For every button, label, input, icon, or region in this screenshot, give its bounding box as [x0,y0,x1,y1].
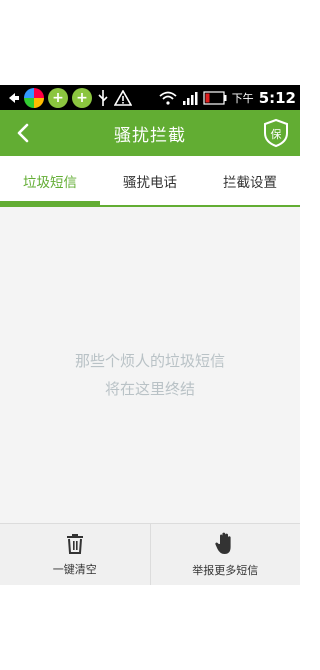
notification-back-icon [9,92,19,103]
bottom-action-bar: 一键清空 举报更多短信 [0,523,300,585]
wifi-icon [159,91,177,105]
signal-icon [182,91,198,105]
empty-state: 那些个烦人的垃圾短信 将在这里终结 [75,327,225,403]
status-bar: + + 下午 5:12 [0,85,300,110]
warning-icon [114,89,132,106]
tab-bar: 垃圾短信 骚扰电话 拦截设置 [0,156,300,207]
plus-notification-icon-2: + [72,87,92,108]
status-ampm: 下午 [231,91,254,105]
clear-all-label: 一键清空 [52,562,97,576]
title-bar: 骚扰拦截 保 [0,110,300,156]
hand-icon [215,532,231,554]
message-list-empty: 那些个烦人的垃圾短信 将在这里终结 [0,207,300,523]
usb-icon [98,89,108,106]
tab-block-settings[interactable]: 拦截设置 [200,156,300,205]
battery-icon [203,90,227,105]
app-notification-icon [24,87,44,108]
shield-label: 保 [271,127,282,141]
clear-all-button[interactable]: 一键清空 [0,524,150,585]
trash-icon [66,533,83,554]
shield-icon[interactable]: 保 [262,118,290,148]
report-sms-label: 举报更多短信 [192,563,259,577]
tab-spam-sms[interactable]: 垃圾短信 [0,156,100,205]
empty-line-2: 将在这里终结 [104,380,195,398]
back-arrow-icon[interactable] [14,122,32,144]
empty-line-1: 那些个烦人的垃圾短信 [74,352,225,370]
report-sms-button[interactable]: 举报更多短信 [149,524,301,585]
plus-notification-icon: + [48,87,68,108]
page-title: 骚扰拦截 [114,125,186,146]
status-time: 5:12 [258,88,296,107]
tab-harassment-calls[interactable]: 骚扰电话 [100,156,200,205]
